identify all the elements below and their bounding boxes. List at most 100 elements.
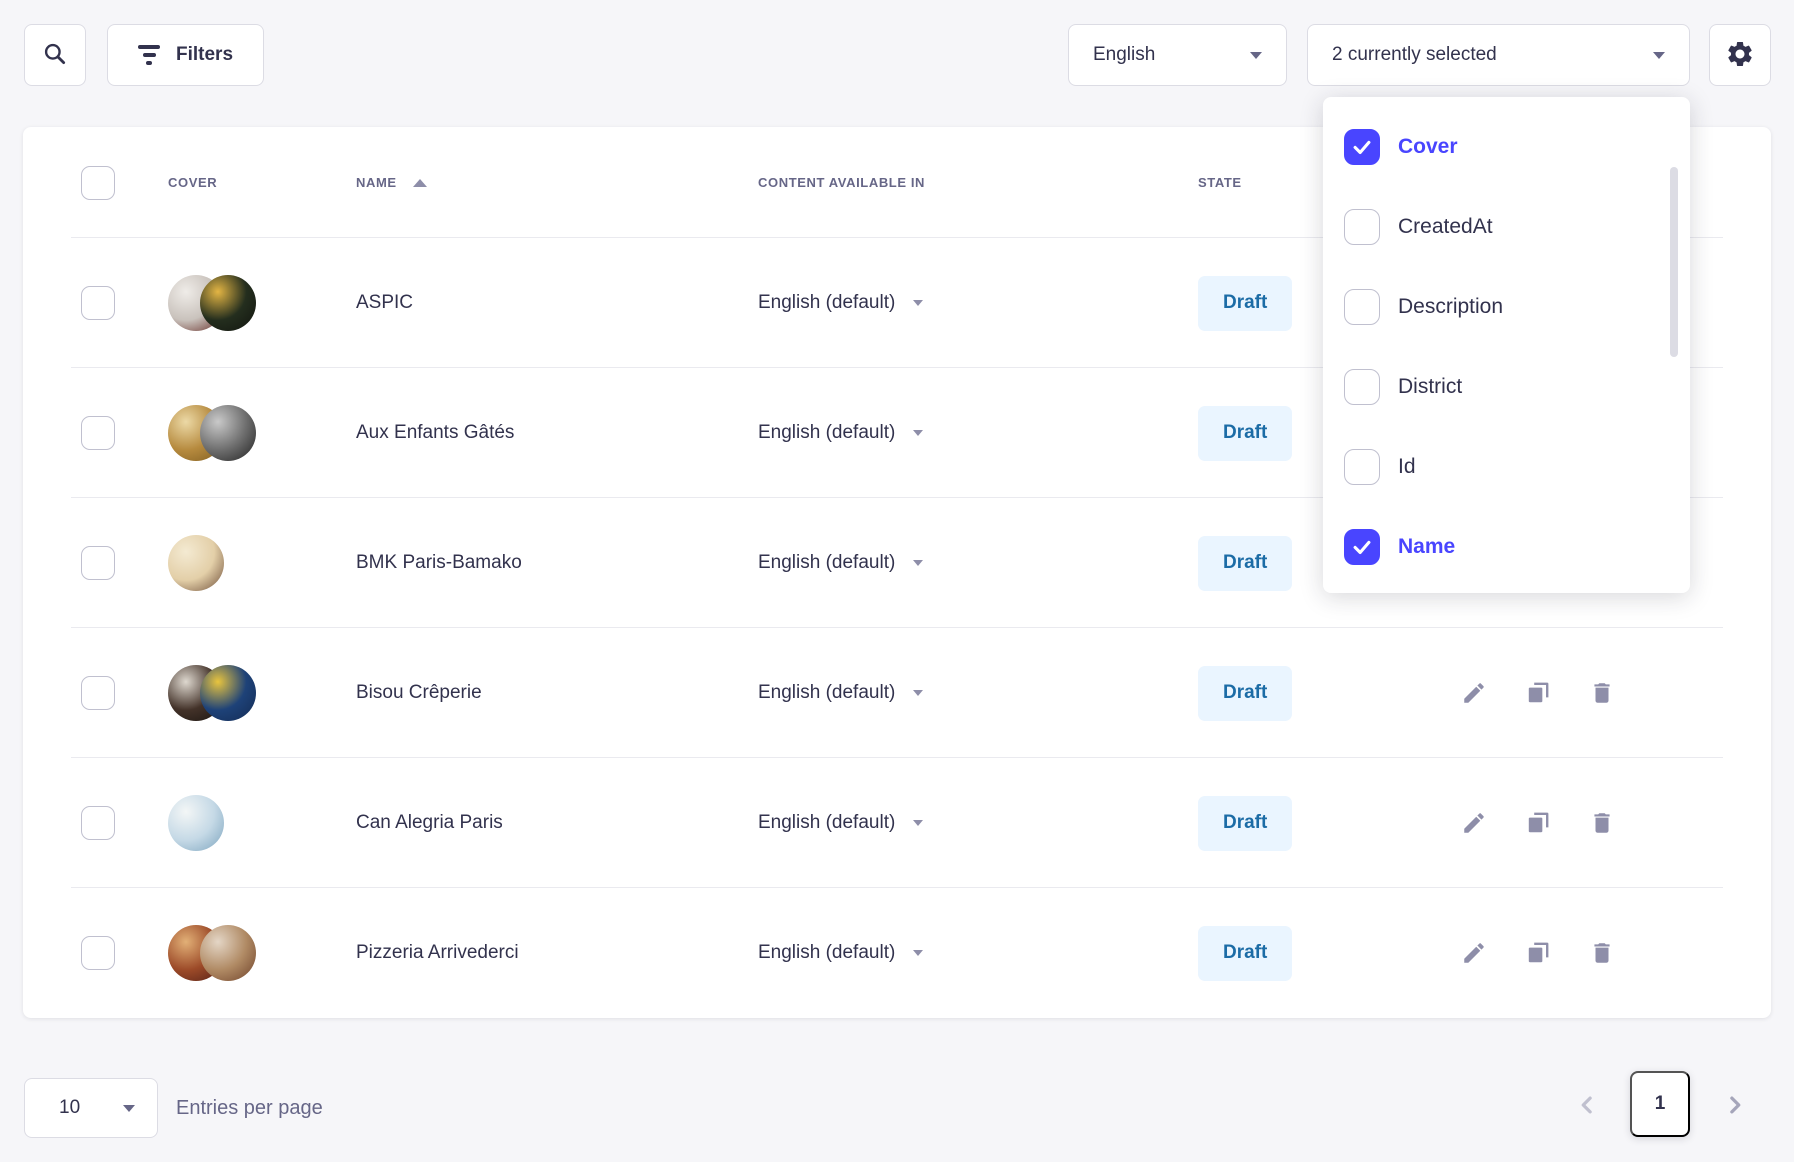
copy-icon xyxy=(1525,810,1551,836)
locale-select[interactable]: English xyxy=(1068,24,1287,86)
column-option[interactable]: District xyxy=(1323,347,1690,427)
sort-ascending-icon[interactable] xyxy=(413,179,427,187)
row-locale-select[interactable]: English (default) xyxy=(758,942,1198,964)
status-badge: Draft xyxy=(1198,666,1292,721)
column-header-cover[interactable]: COVER xyxy=(168,175,217,190)
copy-icon xyxy=(1525,940,1551,966)
column-option-checkbox[interactable] xyxy=(1344,449,1380,485)
cover-avatar xyxy=(200,405,256,461)
status-badge: Draft xyxy=(1198,276,1292,331)
column-visibility-dropdown: Cover CreatedAt Description District xyxy=(1323,97,1690,593)
row-locale-select[interactable]: English (default) xyxy=(758,812,1198,834)
row-locale-value: English (default) xyxy=(758,812,895,834)
column-header-content-available-in[interactable]: CONTENT AVAILABLE IN xyxy=(758,175,1198,190)
edit-button[interactable] xyxy=(1461,810,1487,836)
row-locale-value: English (default) xyxy=(758,292,895,314)
chevron-down-icon xyxy=(913,300,923,306)
column-option-checkbox[interactable] xyxy=(1344,209,1380,245)
table-row: Pizzeria Arrivederci English (default) D… xyxy=(23,888,1771,1018)
cover-avatars xyxy=(115,405,356,461)
row-locale-select[interactable]: English (default) xyxy=(758,552,1198,574)
chevron-down-icon xyxy=(913,690,923,696)
table-row: Bisou Crêperie English (default) Draft xyxy=(23,628,1771,758)
row-name: Can Alegria Paris xyxy=(356,812,758,834)
row-checkbox[interactable] xyxy=(81,286,115,320)
cover-avatars xyxy=(115,795,356,851)
delete-button[interactable] xyxy=(1589,940,1615,966)
delete-button[interactable] xyxy=(1589,810,1615,836)
row-actions xyxy=(1448,680,1771,706)
entries-per-page-value: 10 xyxy=(59,1097,80,1119)
column-header-name[interactable]: NAME xyxy=(356,175,397,190)
pencil-icon xyxy=(1461,810,1487,836)
locale-select-value: English xyxy=(1093,44,1155,66)
column-option-checkbox[interactable] xyxy=(1344,369,1380,405)
select-all-checkbox[interactable] xyxy=(81,166,115,200)
dropdown-scrollbar[interactable] xyxy=(1670,167,1678,357)
cover-avatar xyxy=(200,925,256,981)
chevron-down-icon xyxy=(913,560,923,566)
column-option[interactable]: CreatedAt xyxy=(1323,187,1690,267)
row-checkbox[interactable] xyxy=(81,806,115,840)
column-option-label: Id xyxy=(1398,455,1416,479)
duplicate-button[interactable] xyxy=(1525,940,1551,966)
column-visibility-list: Cover CreatedAt Description District xyxy=(1323,107,1690,587)
row-locale-select[interactable]: English (default) xyxy=(758,422,1198,444)
cover-avatars xyxy=(115,535,356,591)
duplicate-button[interactable] xyxy=(1525,680,1551,706)
edit-button[interactable] xyxy=(1461,940,1487,966)
page-number: 1 xyxy=(1655,1093,1666,1115)
previous-page-button[interactable] xyxy=(1572,1090,1602,1120)
column-visibility-select[interactable]: 2 currently selected xyxy=(1307,24,1690,86)
column-option[interactable]: Name xyxy=(1323,507,1690,587)
entries-per-page-select[interactable]: 10 xyxy=(24,1078,158,1138)
chevron-down-icon xyxy=(913,950,923,956)
duplicate-button[interactable] xyxy=(1525,810,1551,836)
column-option-checkbox[interactable] xyxy=(1344,529,1380,565)
column-option[interactable]: Id xyxy=(1323,427,1690,507)
edit-button[interactable] xyxy=(1461,680,1487,706)
chevron-down-icon xyxy=(913,820,923,826)
status-badge: Draft xyxy=(1198,536,1292,591)
status-badge: Draft xyxy=(1198,406,1292,461)
pencil-icon xyxy=(1461,940,1487,966)
table-row: Can Alegria Paris English (default) Draf… xyxy=(23,758,1771,888)
row-actions xyxy=(1448,810,1771,836)
filters-button[interactable]: Filters xyxy=(107,24,264,86)
column-option[interactable]: Cover xyxy=(1323,107,1690,187)
filters-button-label: Filters xyxy=(176,44,233,66)
column-option[interactable]: Description xyxy=(1323,267,1690,347)
cover-avatars xyxy=(115,925,356,981)
cover-avatar xyxy=(168,795,224,851)
column-option-label: Description xyxy=(1398,295,1503,319)
status-badge: Draft xyxy=(1198,926,1292,981)
pencil-icon xyxy=(1461,680,1487,706)
chevron-down-icon xyxy=(1250,52,1262,59)
search-button[interactable] xyxy=(24,24,86,86)
cover-avatars xyxy=(115,665,356,721)
trash-icon xyxy=(1589,940,1615,966)
row-checkbox[interactable] xyxy=(81,936,115,970)
chevron-down-icon xyxy=(1653,52,1665,59)
cover-avatar xyxy=(200,665,256,721)
row-checkbox[interactable] xyxy=(81,546,115,580)
settings-button[interactable] xyxy=(1709,24,1771,86)
row-name: Aux Enfants Gâtés xyxy=(356,422,758,444)
row-checkbox[interactable] xyxy=(81,416,115,450)
next-page-button[interactable] xyxy=(1720,1090,1750,1120)
column-option-checkbox[interactable] xyxy=(1344,129,1380,165)
column-option-checkbox[interactable] xyxy=(1344,289,1380,325)
cover-avatar xyxy=(168,535,224,591)
chevron-left-icon xyxy=(1572,1108,1602,1123)
delete-button[interactable] xyxy=(1589,680,1615,706)
row-locale-select[interactable]: English (default) xyxy=(758,292,1198,314)
chevron-down-icon xyxy=(913,430,923,436)
row-locale-select[interactable]: English (default) xyxy=(758,682,1198,704)
filter-icon xyxy=(138,45,160,65)
row-name: ASPIC xyxy=(356,292,758,314)
page-1-button[interactable]: 1 xyxy=(1630,1071,1690,1137)
chevron-down-icon xyxy=(123,1105,135,1112)
row-checkbox[interactable] xyxy=(81,676,115,710)
column-option-label: CreatedAt xyxy=(1398,215,1493,239)
entries-per-page-label: Entries per page xyxy=(176,1078,323,1138)
